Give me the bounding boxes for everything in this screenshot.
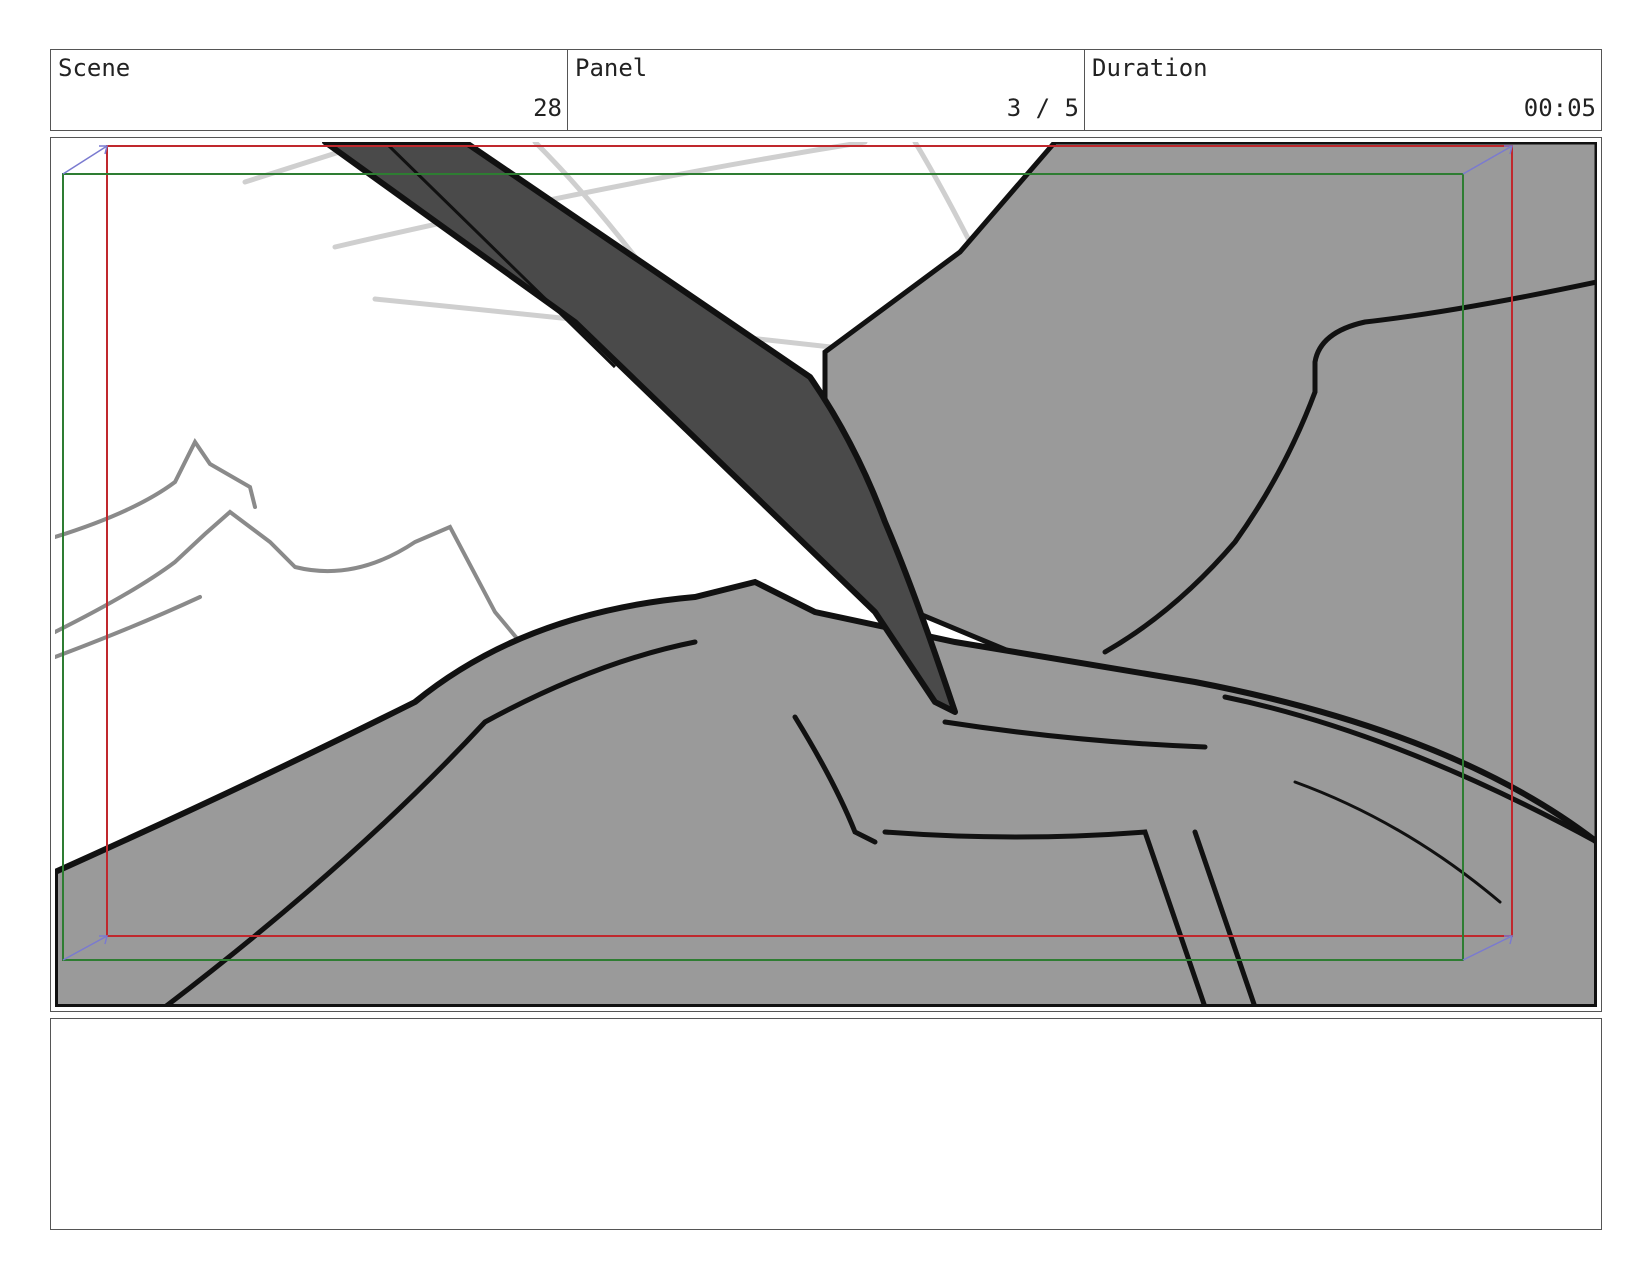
scene-number: 28	[533, 94, 562, 122]
panel-notes[interactable]	[50, 1018, 1602, 1230]
duration-value: 00:05	[1523, 94, 1596, 122]
scene-cell: Scene 28	[51, 50, 568, 130]
panel-number: 3 / 5	[1006, 94, 1079, 122]
panel-label: Panel	[575, 54, 648, 82]
scene-label: Scene	[58, 54, 131, 82]
storyboard-frame	[50, 137, 1602, 1012]
storyboard-sketch	[55, 142, 1597, 1007]
duration-label: Duration	[1092, 54, 1208, 82]
panel-cell: Panel 3 / 5	[568, 50, 1085, 130]
panel-info-header: Scene 28 Panel 3 / 5 Duration 00:05	[50, 49, 1602, 131]
duration-cell: Duration 00:05	[1085, 50, 1601, 130]
